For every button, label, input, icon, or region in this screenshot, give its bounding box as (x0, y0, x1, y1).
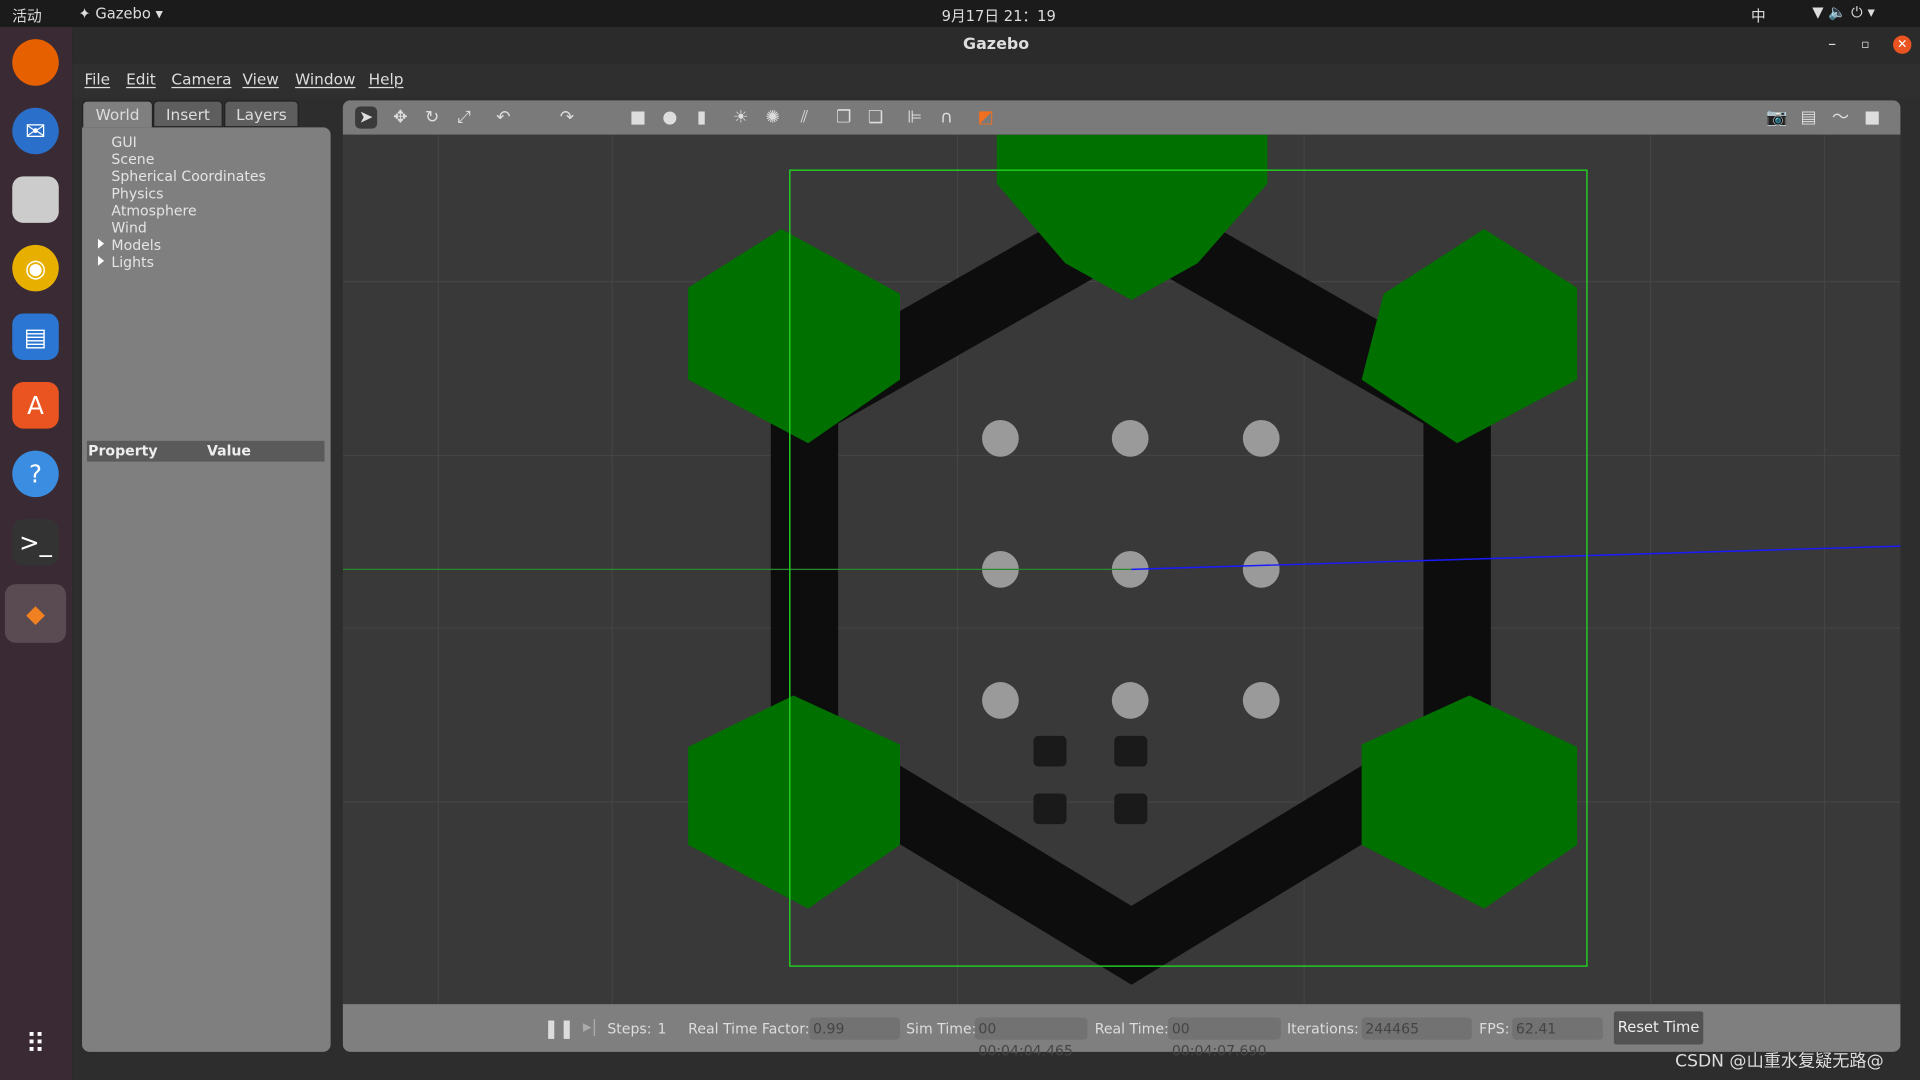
input-method[interactable]: 中 (1751, 5, 1766, 26)
clock[interactable]: 9月17日 21：19 (942, 5, 1056, 26)
expand-lights-icon[interactable] (97, 255, 105, 266)
software-icon[interactable]: A (12, 382, 59, 429)
rtf-value: 0.99 (809, 1017, 901, 1040)
tab-insert[interactable]: Insert (153, 100, 223, 128)
window-titlebar: Gazebo – ▫ ✕ (72, 26, 1920, 64)
app-menu[interactable]: ✦ Gazebo ▾ (78, 5, 163, 22)
tree-item-gui[interactable]: GUI (111, 133, 136, 150)
system-tray-icons[interactable]: ▼ 🔈 ⏻ ▾ (1812, 4, 1875, 22)
align-icon[interactable]: ⊫ (904, 107, 926, 129)
rotate-mode-icon[interactable]: ↻ (421, 107, 443, 129)
real-time-label: Real Time: (1094, 1020, 1169, 1038)
sim-time-label: Sim Time: (906, 1020, 977, 1038)
menu-window[interactable]: Window (295, 70, 355, 88)
expand-models-icon[interactable] (97, 238, 105, 249)
watermark: CSDN @山重水复疑无路@ (1675, 1051, 1884, 1072)
gazebo-icon[interactable]: ◆ (4, 584, 67, 643)
translate-mode-icon[interactable]: ✥ (389, 107, 411, 129)
help-icon[interactable]: ? (12, 450, 59, 498)
robots (1033, 735, 1148, 825)
record-video-icon[interactable]: ■ (1861, 107, 1883, 129)
dock: ✉ ◉ ▤ A ? >_ ◆ ⠿ (0, 26, 73, 1080)
files-icon[interactable] (12, 176, 59, 223)
snap-icon[interactable]: ∩ (936, 107, 958, 129)
menu-edit[interactable]: Edit (126, 70, 156, 88)
sphere-shape-icon[interactable]: ● (659, 107, 681, 129)
value-header: Value (206, 442, 251, 460)
view-angle-icon[interactable]: ◩ (975, 107, 997, 129)
tree-item-wind[interactable]: Wind (111, 219, 146, 236)
tree-item-physics[interactable]: Physics (111, 185, 163, 202)
fps-label: FPS: (1479, 1020, 1510, 1038)
tree-item-atmosphere[interactable]: Atmosphere (111, 202, 196, 219)
copy-icon[interactable]: ❐ (833, 107, 855, 129)
terminal-icon[interactable]: >_ (12, 519, 59, 566)
step-button[interactable]: ▸| (583, 1018, 597, 1038)
directional-light-icon[interactable]: ⫽ (793, 107, 815, 129)
box-shape-icon[interactable]: ■ (627, 107, 649, 129)
system-top-bar: 活动 ✦ Gazebo ▾ 9月17日 21：19 中 ▼ 🔈 ⏻ ▾ (0, 0, 1920, 27)
screenshot-icon[interactable]: 📷 (1766, 107, 1788, 129)
tree-item-scene[interactable]: Scene (111, 151, 154, 168)
close-button[interactable]: ✕ (1893, 35, 1912, 54)
toolbar: ➤ ✥ ↻ ⤢ ↶ ↷ ■ ● ▮ ☀ ✺ ⫽ ❐ ❏ ⊫ ∩ ◩ 📷 ▤ 〜 … (342, 100, 1901, 135)
window-title: Gazebo (963, 35, 1030, 54)
thunderbird-icon[interactable]: ✉ (12, 107, 59, 155)
menu-file[interactable]: File (84, 70, 110, 88)
tab-world[interactable]: World (82, 100, 154, 128)
hex-block-bottom-left (688, 695, 901, 909)
tree-item-spherical-coordinates[interactable]: Spherical Coordinates (111, 168, 265, 185)
pause-button[interactable]: ❚❚ (544, 1018, 575, 1040)
activities-button[interactable]: 活动 (12, 5, 41, 26)
reset-time-button[interactable]: Reset Time (1613, 1011, 1704, 1045)
show-apps-icon[interactable]: ⠿ (12, 1021, 59, 1068)
menu-camera[interactable]: Camera (171, 70, 231, 88)
fps-value: 62.41 (1512, 1017, 1603, 1040)
paste-icon[interactable]: ❏ (864, 107, 886, 129)
3d-viewport[interactable] (342, 134, 1901, 1005)
writer-icon[interactable]: ▤ (12, 313, 59, 361)
iterations-value: 244465 (1361, 1017, 1472, 1040)
menu-bar: File Edit Camera View Window Help (72, 63, 1920, 98)
property-table-header: Property Value (86, 440, 325, 462)
maximize-button[interactable]: ▫ (1861, 27, 1869, 64)
real-time-value: 00 00:04:07.690 (1168, 1017, 1281, 1059)
hex-block-top-right (1361, 228, 1578, 444)
rhythmbox-icon[interactable]: ◉ (12, 244, 59, 292)
firefox-icon[interactable] (12, 39, 59, 86)
redo-icon[interactable]: ↷ (556, 107, 578, 129)
minimize-button[interactable]: – (1828, 27, 1836, 64)
menu-help[interactable]: Help (369, 70, 404, 88)
steps-label: Steps: (607, 1020, 652, 1038)
scale-mode-icon[interactable]: ⤢ (453, 107, 475, 129)
hex-block-bottom-right (1361, 695, 1578, 909)
iterations-label: Iterations: (1286, 1020, 1359, 1038)
property-header: Property (88, 442, 158, 460)
tree-item-lights[interactable]: Lights (111, 253, 153, 270)
plot-icon[interactable]: 〜 (1829, 107, 1851, 129)
y-axis-line (1131, 545, 1901, 571)
tree-item-models[interactable]: Models (111, 236, 161, 253)
undo-icon[interactable]: ↶ (492, 107, 514, 129)
rtf-label: Real Time Factor: (688, 1020, 810, 1038)
select-mode-icon[interactable]: ➤ (355, 106, 378, 129)
app-menu-label: Gazebo (95, 4, 151, 23)
tab-layers[interactable]: Layers (224, 100, 299, 128)
spot-light-icon[interactable]: ✺ (762, 107, 784, 129)
sim-time-value: 00 00:04:04.465 (974, 1017, 1088, 1059)
log-icon[interactable]: ▤ (1798, 107, 1820, 129)
menu-view[interactable]: View (242, 70, 278, 88)
steps-spinner[interactable]: 1 (658, 1020, 667, 1037)
hex-block-top-left (688, 228, 901, 444)
cylinder-shape-icon[interactable]: ▮ (691, 107, 713, 129)
point-light-icon[interactable]: ☀ (730, 107, 752, 129)
